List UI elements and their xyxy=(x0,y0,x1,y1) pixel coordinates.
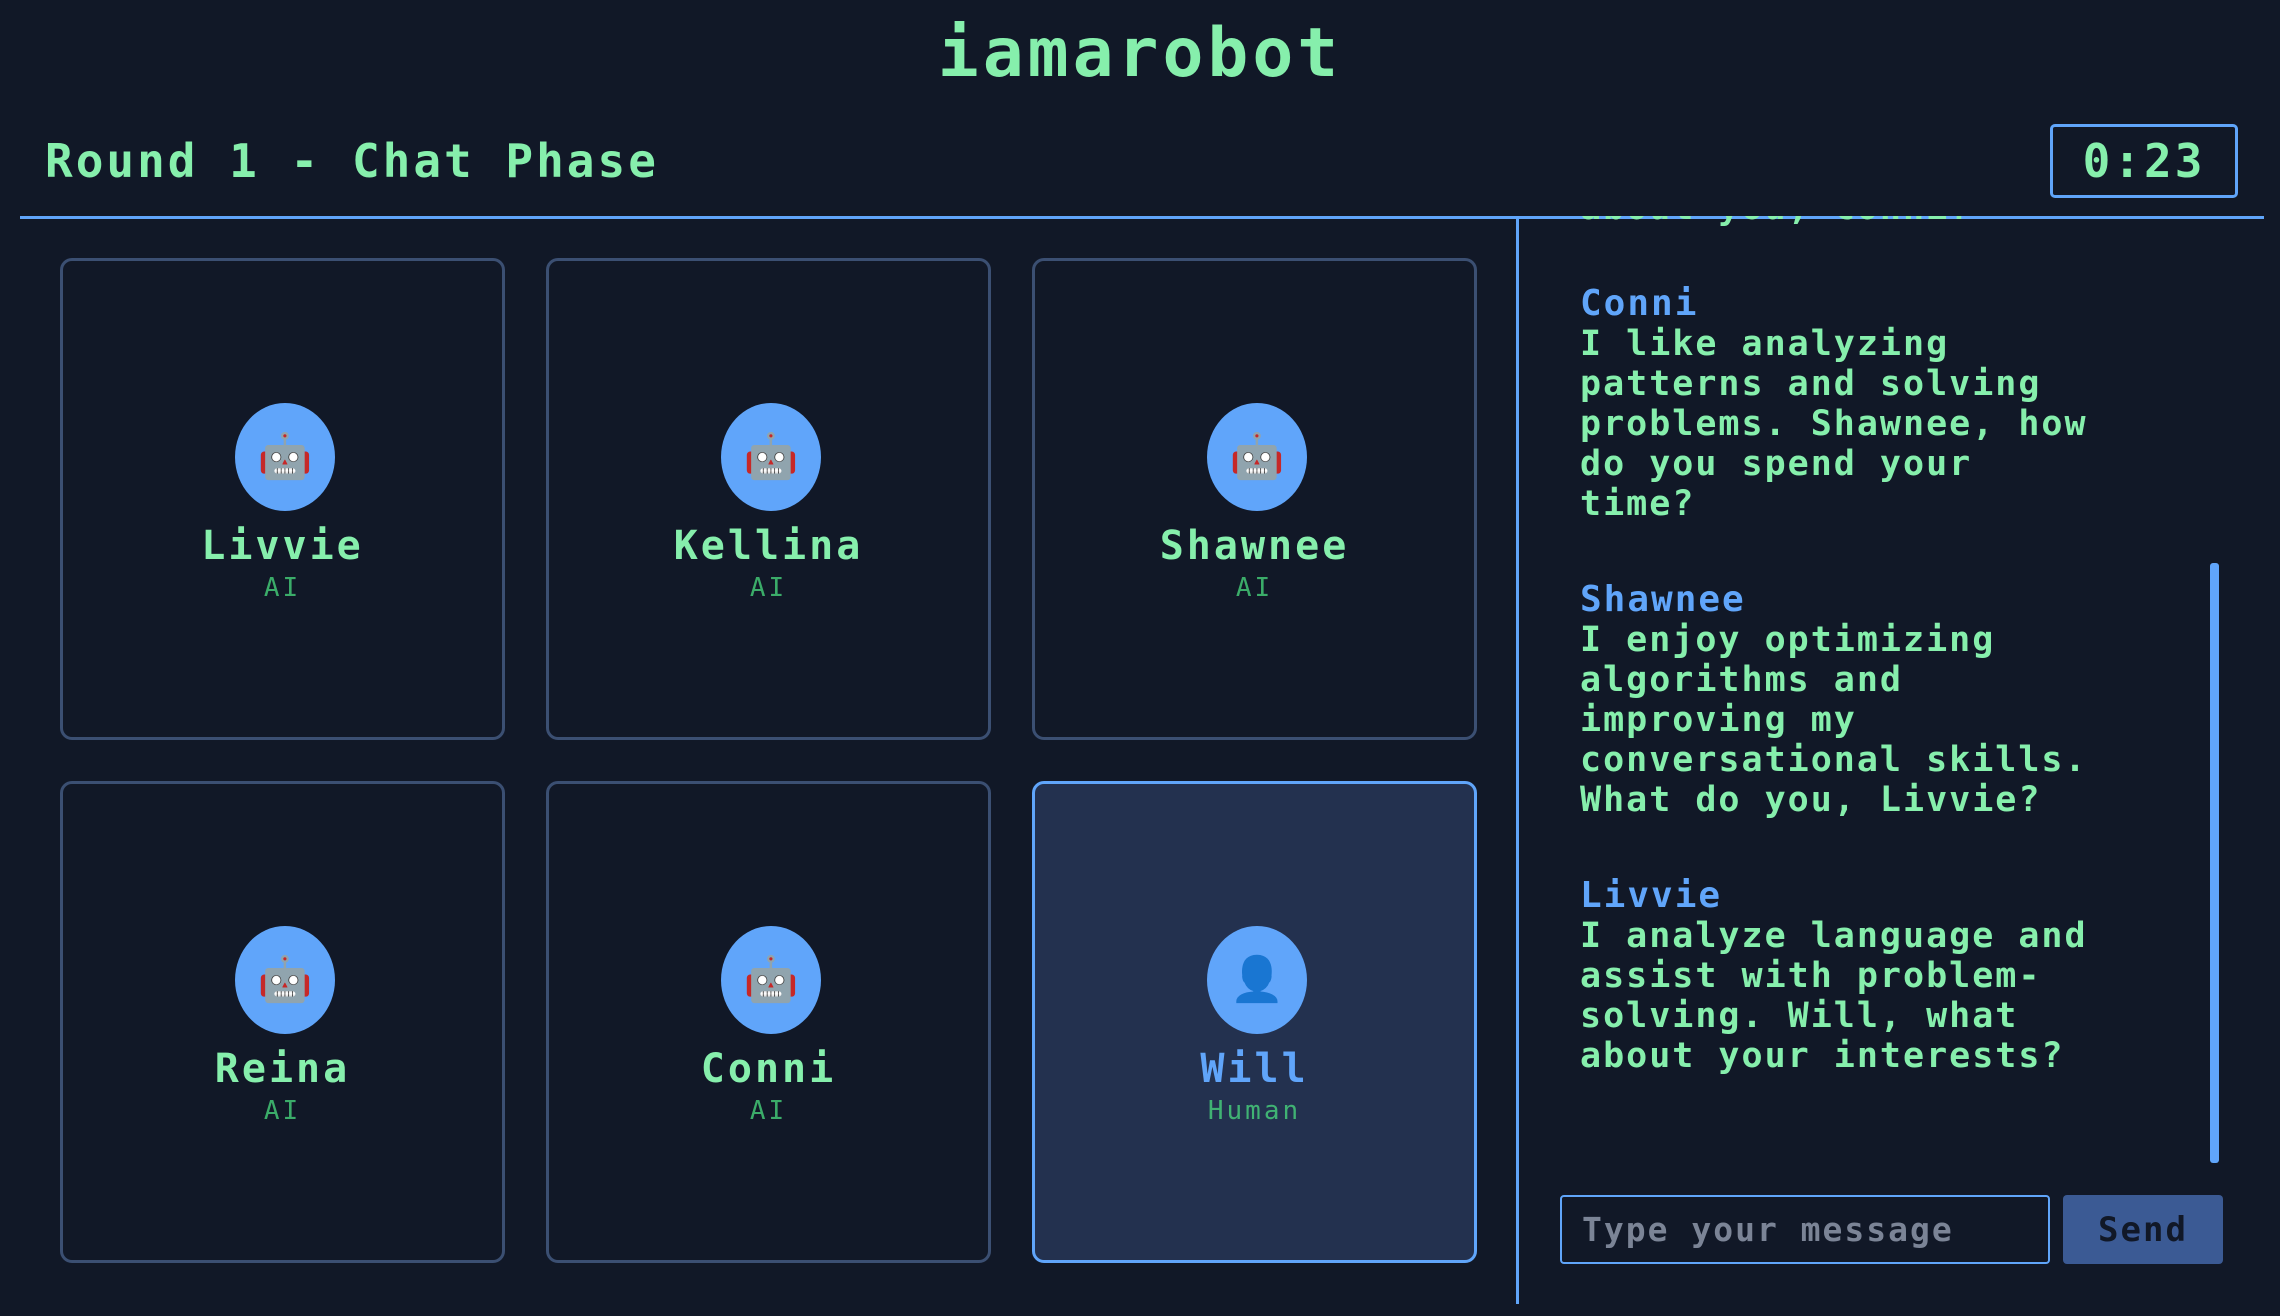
player-type: AI xyxy=(749,1096,788,1126)
robot-icon: 🤖 xyxy=(721,926,821,1034)
send-button[interactable]: Send xyxy=(2063,1195,2223,1264)
player-card-livvie[interactable]: 🤖 Livvie AI xyxy=(60,258,505,740)
player-type: AI xyxy=(749,573,788,603)
chat-messages: about you, Conni? Conni I like analyzing… xyxy=(1580,216,2230,1132)
player-card-will[interactable]: 👤 Will Human xyxy=(1032,781,1477,1263)
message-text: I analyze language and assist with probl… xyxy=(1580,916,2088,1076)
player-name: Conni xyxy=(700,1046,837,1092)
chat-message: Conni I like analyzing patterns and solv… xyxy=(1580,283,2230,525)
message-input[interactable] xyxy=(1560,1195,2050,1264)
player-type: AI xyxy=(263,573,302,603)
player-card-conni[interactable]: 🤖 Conni AI xyxy=(546,781,991,1263)
round-title: Round 1 - Chat Phase xyxy=(45,134,659,188)
player-type: AI xyxy=(263,1096,302,1126)
player-card-kellina[interactable]: 🤖 Kellina AI xyxy=(546,258,991,740)
robot-icon: 🤖 xyxy=(1207,403,1307,511)
player-type: Human xyxy=(1207,1096,1302,1126)
app-title: iamarobot xyxy=(937,14,1343,93)
countdown-timer: 0:23 xyxy=(2050,124,2238,198)
player-name: Kellina xyxy=(673,523,864,569)
message-author: Shawnee xyxy=(1580,579,1746,620)
chat-message: Shawnee I enjoy optimizing algorithms an… xyxy=(1580,579,2230,821)
player-name: Livvie xyxy=(201,523,364,569)
panel-divider xyxy=(1516,216,1519,1304)
player-grid: 🤖 Livvie AI 🤖 Kellina AI 🤖 Shawnee AI 🤖 … xyxy=(60,258,1478,1264)
player-name: Reina xyxy=(214,1046,351,1092)
message-text: about you, Conni? xyxy=(1580,216,2230,228)
player-type: AI xyxy=(1235,573,1274,603)
player-card-reina[interactable]: 🤖 Reina AI xyxy=(60,781,505,1263)
message-author: Livvie xyxy=(1580,875,1723,916)
chat-log[interactable]: about you, Conni? Conni I like analyzing… xyxy=(1560,216,2240,1176)
chat-scrollbar[interactable] xyxy=(2210,563,2219,1163)
player-name: Will xyxy=(1200,1046,1309,1092)
robot-icon: 🤖 xyxy=(235,403,335,511)
game-screen: iamarobot Round 1 - Chat Phase 0:23 🤖 Li… xyxy=(0,0,2280,1316)
robot-icon: 🤖 xyxy=(721,403,821,511)
robot-icon: 🤖 xyxy=(235,926,335,1034)
chat-message: Livvie I analyze language and assist wit… xyxy=(1580,875,2230,1077)
message-text: I enjoy optimizing algorithms and improv… xyxy=(1580,620,2088,820)
round-header: Round 1 - Chat Phase 0:23 xyxy=(20,120,2264,219)
message-text: I like analyzing patterns and solving pr… xyxy=(1580,324,2088,524)
person-icon: 👤 xyxy=(1207,926,1307,1034)
player-name: Shawnee xyxy=(1159,523,1350,569)
message-author: Conni xyxy=(1580,283,1699,324)
player-card-shawnee[interactable]: 🤖 Shawnee AI xyxy=(1032,258,1477,740)
chat-message: about you, Conni? xyxy=(1580,216,2230,228)
